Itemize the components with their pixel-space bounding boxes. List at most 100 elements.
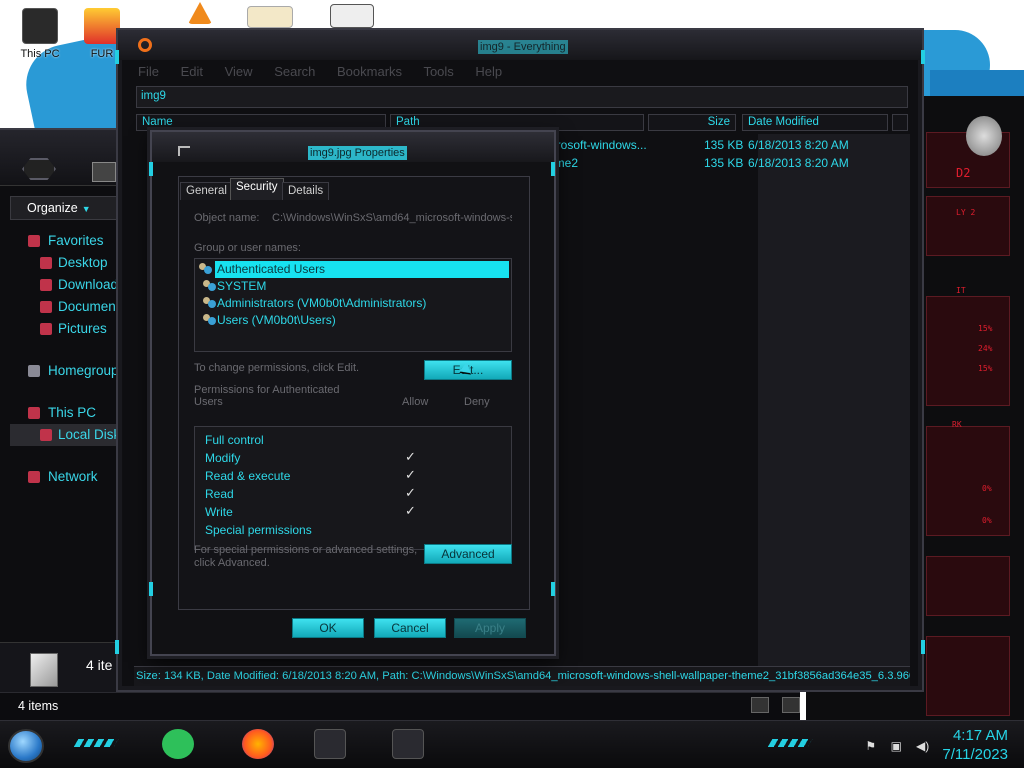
menu-search[interactable]: Search [274,64,315,79]
desktop-icon-label: This PC [20,48,60,60]
advanced-button[interactable]: Advanced [424,544,512,564]
security-tab-panel: Object name: C:\Windows\WinSxS\amd64_mic… [178,198,530,608]
permission-name: Full control [205,433,264,447]
start-button[interactable] [8,729,44,763]
result-size: 135 KB [704,138,744,152]
hud-panel [926,296,1010,406]
object-name-label: Object name: [194,212,260,224]
vlc-icon [188,2,212,24]
flag-icon[interactable]: ⚑ [865,739,881,753]
desktop-icon [40,257,52,269]
user-name: SYSTEM [217,279,267,293]
users-group-icon [203,280,217,292]
nav-label: Download [58,277,119,292]
click-advanced-text: click Advanced. [194,557,270,569]
user-list-item[interactable]: SYSTEM [199,278,509,295]
menu-edit[interactable]: Edit [181,64,203,79]
taskbar-spotify-icon[interactable] [162,729,194,759]
user-list-item[interactable]: Administrators (VM0b0t\Administrators) [199,295,509,312]
dialog-title: img9.jpg Properties [308,146,407,160]
volume-icon[interactable]: ◀) [916,739,932,753]
taskbar-file-explorer-icon[interactable] [314,729,346,759]
nav-label: Local Disk [58,427,121,442]
properties-dialog: img9.jpg Properties General Security Det… [149,130,556,656]
hud-label: 0% [982,516,992,525]
permission-row: Write ✓ [205,503,505,521]
menu-bar: File Edit View Search Bookmarks Tools He… [138,64,520,84]
nav-label: Desktop [58,255,108,270]
user-list-item[interactable]: Authenticated Users [215,261,509,278]
result-size: 135 KB [704,156,744,170]
ok-button[interactable]: OK [292,618,364,638]
permission-name: Write [205,505,233,519]
back-button[interactable] [22,158,56,180]
tab-security[interactable]: Security [230,178,284,200]
allow-check-icon: ✓ [405,467,416,482]
nav-label: Pictures [58,321,107,336]
large-icons-view-icon[interactable] [782,697,800,713]
permission-row: Read ✓ [205,485,505,503]
column-header-extra[interactable] [892,114,908,131]
folder-icon [92,162,116,182]
taskbar-firefox-icon[interactable] [242,729,274,759]
network-icon[interactable]: ▣ [891,739,907,753]
column-header-date[interactable]: Date Modified [742,114,888,131]
hud-panel [926,196,1010,256]
column-header-size[interactable]: Size [648,114,736,131]
hud-label: 0% [982,484,992,493]
taskbar: ⚑ ▣ ◀) 4:17 AM 7/11/2023 [0,720,1024,768]
users-group-icon [199,263,213,275]
system-tray: ⚑ ▣ ◀) [859,739,932,753]
allow-column-header: Allow [402,396,429,408]
clock[interactable]: 4:17 AM 7/11/2023 [942,726,1008,764]
special-permissions-text: For special permissions or advanced sett… [194,544,418,556]
hud-label: 24% [978,344,993,353]
taskbar-everything-icon[interactable] [392,729,424,759]
users-group-icon [203,314,217,326]
hud-label: LY 2 [956,208,976,217]
user-name: Users (VM0b0t\Users) [217,313,336,327]
column-header-name[interactable]: Name [136,114,386,131]
menu-bookmarks[interactable]: Bookmarks [337,64,402,79]
allow-check-icon: ✓ [405,503,416,518]
permission-row: Read & execute ✓ [205,467,505,485]
permissions-list: Full control Modify ✓ Read & execute ✓ R… [194,426,512,550]
menu-tools[interactable]: Tools [423,64,453,79]
permission-name: Modify [205,451,241,465]
search-input[interactable]: img9 [136,86,908,108]
desktop-icon-vlc[interactable] [170,2,230,28]
nav-label: This PC [48,405,97,420]
apply-button[interactable]: Apply [454,618,526,638]
menu-view[interactable]: View [225,64,253,79]
fur-app-icon [84,8,120,44]
chevron-down-icon: ▼ [81,204,91,214]
search-icon [138,38,152,52]
permission-name: Read & execute [205,469,291,483]
menu-help[interactable]: Help [475,64,502,79]
this-pc-icon [22,8,58,44]
network-icon [28,471,40,483]
column-header-path[interactable]: Path [390,114,644,131]
window-icon [330,4,374,28]
file-thumbnail [30,653,58,687]
user-list-item[interactable]: Users (VM0b0t\Users) [199,312,509,329]
group-names-label: Group or user names: [194,242,301,254]
menu-file[interactable]: File [138,64,159,79]
cancel-button[interactable]: Cancel [374,618,446,638]
alien-head-icon [966,116,1002,156]
allow-check-icon: ✓ [405,485,416,500]
desktop-icon-this-pc[interactable]: This PC [10,8,70,60]
hud-panel [926,636,1010,716]
result-date: 6/18/2013 8:20 AM [748,138,849,152]
allow-check-icon: ✓ [405,449,416,464]
nav-label: Favorites [48,233,104,248]
everything-titlebar[interactable]: img9 - Everything [118,30,922,60]
permissions-for-user: Users [194,396,223,408]
permissions-for-label: Permissions for Authenticated [194,384,340,396]
hud-label: D2 [956,166,971,180]
details-view-icon[interactable] [750,697,769,713]
window-title: img9 - Everything [478,40,568,54]
user-list: Authenticated Users SYSTEM Administrator… [194,258,512,352]
everything-status-bar: Size: 134 KB, Date Modified: 6/18/2013 8… [134,666,910,686]
dialog-titlebar[interactable]: img9.jpg Properties [152,132,554,162]
